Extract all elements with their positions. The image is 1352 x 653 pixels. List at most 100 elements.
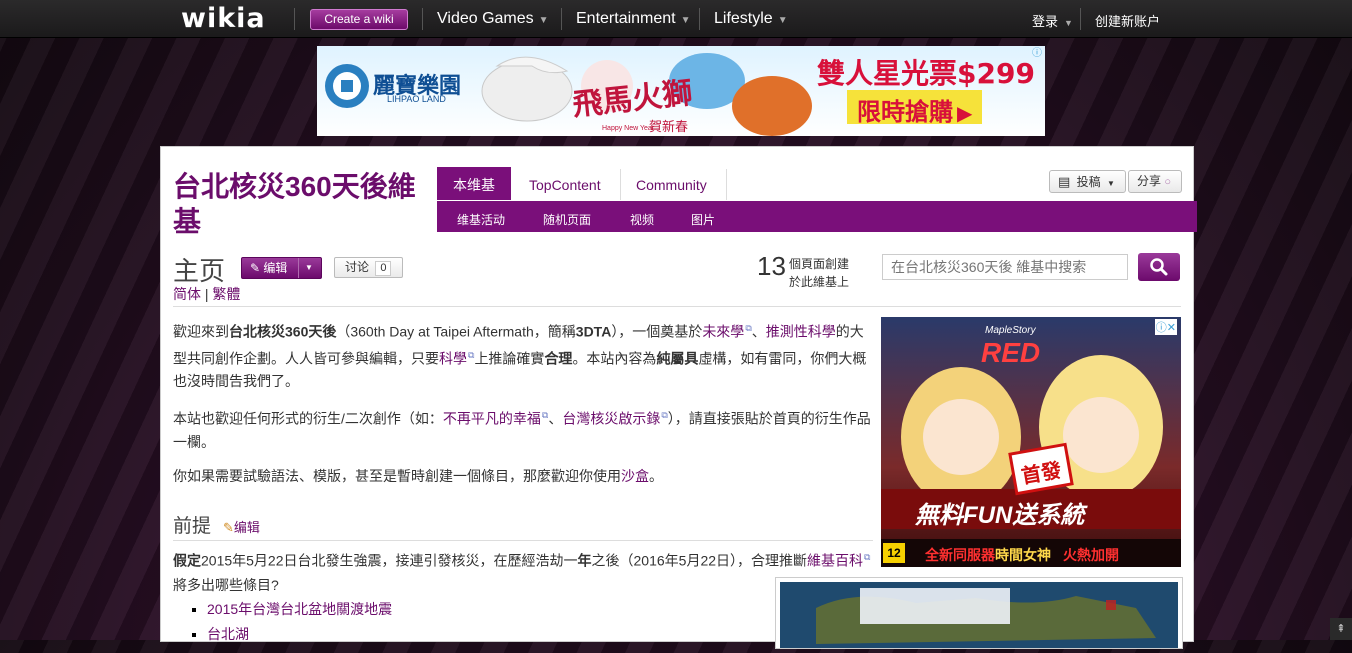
subnav-videos[interactable]: 视频 bbox=[630, 211, 654, 228]
ad-cta-label: 限時搶購 bbox=[857, 99, 953, 126]
wiki-title[interactable]: 台北核災360天後維基 bbox=[173, 169, 423, 239]
article-body: 歡迎來到台北核災360天後（360th Day at Taipei Afterm… bbox=[173, 317, 873, 499]
search-icon bbox=[1150, 258, 1168, 276]
nav-video-games[interactable]: Video Games ▼ bbox=[437, 10, 549, 28]
divider bbox=[294, 8, 295, 30]
chevron-down-icon: ▼ bbox=[538, 15, 549, 26]
link-derivative-work-1[interactable]: 不再平凡的幸福 bbox=[443, 411, 541, 427]
lang-traditional-link[interactable]: 繁體 bbox=[212, 286, 240, 302]
derivative-paragraph: 本站也歡迎任何形式的衍生/二次創作（如：不再平凡的幸福⧉、台灣核災啟示錄⧉），請… bbox=[173, 404, 873, 454]
text: 歡迎來到 bbox=[173, 323, 229, 340]
ad-game-title: RED bbox=[981, 337, 1041, 368]
map-thumbnail[interactable] bbox=[775, 577, 1183, 649]
ad-greeting: 賀新春 bbox=[649, 119, 689, 134]
bold-text: 年 bbox=[577, 552, 592, 569]
ad-footer-text: 全新同服器 bbox=[925, 547, 995, 563]
nav-label: Lifestyle bbox=[714, 10, 773, 27]
text: 。 bbox=[649, 467, 663, 484]
pencil-icon: ✎ bbox=[250, 261, 261, 275]
sandbox-paragraph: 你如果需要試驗語法、模版，甚至是暫時創建一個條目，那麼歡迎你使用沙盒。 bbox=[173, 465, 873, 488]
ad-info-icon[interactable]: ⓘ bbox=[1031, 48, 1043, 60]
external-link-icon: ⧉ bbox=[864, 552, 871, 562]
link-futurology[interactable]: 未來學 bbox=[702, 324, 744, 340]
text: ），一個奠基於 bbox=[611, 323, 703, 340]
talk-button[interactable]: 讨论 0 bbox=[334, 257, 403, 278]
link-sandbox[interactable]: 沙盒 bbox=[621, 468, 649, 484]
play-icon: ▶ bbox=[957, 103, 973, 125]
section-edit-link[interactable]: ✎编辑 bbox=[223, 517, 260, 536]
ad-info-icon[interactable]: ⓘ✕ bbox=[1154, 319, 1177, 335]
bold-text: 假定 bbox=[173, 552, 201, 569]
signup-link[interactable]: 创建新账户 bbox=[1095, 11, 1160, 30]
ad-headline: 雙人星光票$299 bbox=[817, 57, 1035, 90]
contribute-label: 投稿 bbox=[1076, 175, 1101, 189]
contribute-button[interactable]: ▤ 投稿 ▼ bbox=[1049, 170, 1126, 193]
edit-label: 编辑 bbox=[263, 261, 288, 275]
side-banner-ad[interactable]: MapleStory RED 首發 無料FUN送系統 12 全新同服器時間女神火… bbox=[881, 317, 1181, 567]
subnav-images[interactable]: 图片 bbox=[691, 211, 715, 228]
share-icon: ○ bbox=[1164, 176, 1172, 188]
scroll-top-button[interactable]: ⇞ bbox=[1330, 618, 1352, 640]
text: 。本站內容為 bbox=[572, 350, 657, 367]
link-wikipedia[interactable]: 維基百科 bbox=[807, 553, 863, 569]
page-count-line1: 個頁面創建 bbox=[789, 257, 850, 271]
chevron-down-icon: ▼ bbox=[1064, 18, 1073, 28]
ad-footer: 全新同服器時間女神 火熱加開 bbox=[925, 545, 1119, 565]
wiki-name-bold: 台北核災360天後 bbox=[229, 323, 337, 340]
ad-footer-text: 時間女神 bbox=[995, 547, 1051, 563]
premise-paragraph: 假定2015年5月22日台北發生強震，接連引發核災，在歷經浩劫一年之後（2016… bbox=[173, 545, 875, 597]
wiki-subnav: 维基活动 随机页面 视频 图片 bbox=[437, 201, 1197, 232]
search-button[interactable] bbox=[1138, 253, 1180, 281]
divider bbox=[173, 540, 873, 541]
wikia-logo[interactable]: wikia bbox=[181, 3, 266, 34]
chevron-down-icon[interactable]: ▼ bbox=[305, 258, 313, 278]
tab-community[interactable]: Community bbox=[620, 167, 723, 200]
language-switch: 简体 | 繁體 bbox=[173, 284, 240, 304]
subnav-random-page[interactable]: 随机页面 bbox=[543, 211, 591, 228]
search-input[interactable] bbox=[882, 254, 1128, 280]
abbreviation-bold: 3DTA bbox=[575, 323, 612, 340]
page-count-line2: 於此維基上 bbox=[789, 275, 850, 289]
nav-label: Video Games bbox=[437, 10, 534, 27]
ad-small-text: Happy New Year bbox=[602, 125, 655, 132]
nav-entertainment[interactable]: Entertainment ▼ bbox=[576, 10, 691, 28]
tab-top-content[interactable]: TopContent bbox=[513, 167, 617, 200]
ad-game-name: MapleStory bbox=[985, 325, 1036, 336]
text: 、 bbox=[751, 323, 766, 340]
divider bbox=[561, 8, 562, 30]
edit-button[interactable]: ✎ 编辑 ▼ bbox=[241, 257, 322, 279]
divider bbox=[173, 306, 1181, 307]
pencil-icon: ✎ bbox=[223, 520, 234, 535]
ad-slogan: 無料FUN送系統 bbox=[915, 502, 1085, 529]
list-item: 2015年台灣台北盆地關渡地震 bbox=[207, 597, 392, 622]
link-science[interactable]: 科學 bbox=[439, 350, 467, 366]
share-label: 分享 bbox=[1137, 174, 1162, 188]
scroll-top-icon: ⇞ bbox=[1336, 623, 1346, 635]
page-count: 13 bbox=[757, 251, 786, 281]
global-navigation: wikia Create a wiki Video Games ▼ Enterta… bbox=[0, 0, 1352, 38]
tab-this-wiki[interactable]: 本维基 bbox=[437, 167, 511, 200]
create-wiki-button[interactable]: Create a wiki bbox=[310, 9, 408, 30]
page-title: 主页 bbox=[173, 256, 226, 286]
divider bbox=[1080, 8, 1081, 30]
talk-label: 讨论 bbox=[345, 260, 370, 274]
chevron-down-icon: ▼ bbox=[1107, 179, 1115, 188]
lang-simplified-link[interactable]: 简体 bbox=[173, 286, 201, 302]
link-speculative-science[interactable]: 推測性科學 bbox=[766, 324, 836, 340]
ad-cta[interactable]: 限時搶購 ▶ bbox=[857, 92, 972, 127]
text: 、 bbox=[548, 410, 563, 427]
subnav-wiki-activity[interactable]: 维基活动 bbox=[457, 211, 505, 228]
share-button[interactable]: 分享 ○ bbox=[1128, 170, 1182, 193]
bold-text: 合理 bbox=[544, 350, 573, 367]
document-icon: ▤ bbox=[1058, 174, 1071, 189]
nav-lifestyle[interactable]: Lifestyle ▼ bbox=[714, 10, 788, 28]
list-item-link[interactable]: 2015年台灣台北盆地關渡地震 bbox=[207, 601, 392, 617]
lang-separator: | bbox=[204, 286, 209, 302]
login-link[interactable]: 登录 ▼ bbox=[1032, 11, 1073, 30]
top-banner-ad[interactable]: 麗寶樂園 LIHPAO LAND 飛馬火獅 賀新春 Happy New Year… bbox=[317, 46, 1045, 136]
link-derivative-work-2[interactable]: 台灣核災啟示錄 bbox=[562, 411, 660, 427]
divider bbox=[298, 258, 299, 278]
divider bbox=[699, 8, 700, 30]
ad-rating-badge: 12 bbox=[883, 543, 905, 563]
chevron-down-icon: ▼ bbox=[680, 15, 691, 26]
